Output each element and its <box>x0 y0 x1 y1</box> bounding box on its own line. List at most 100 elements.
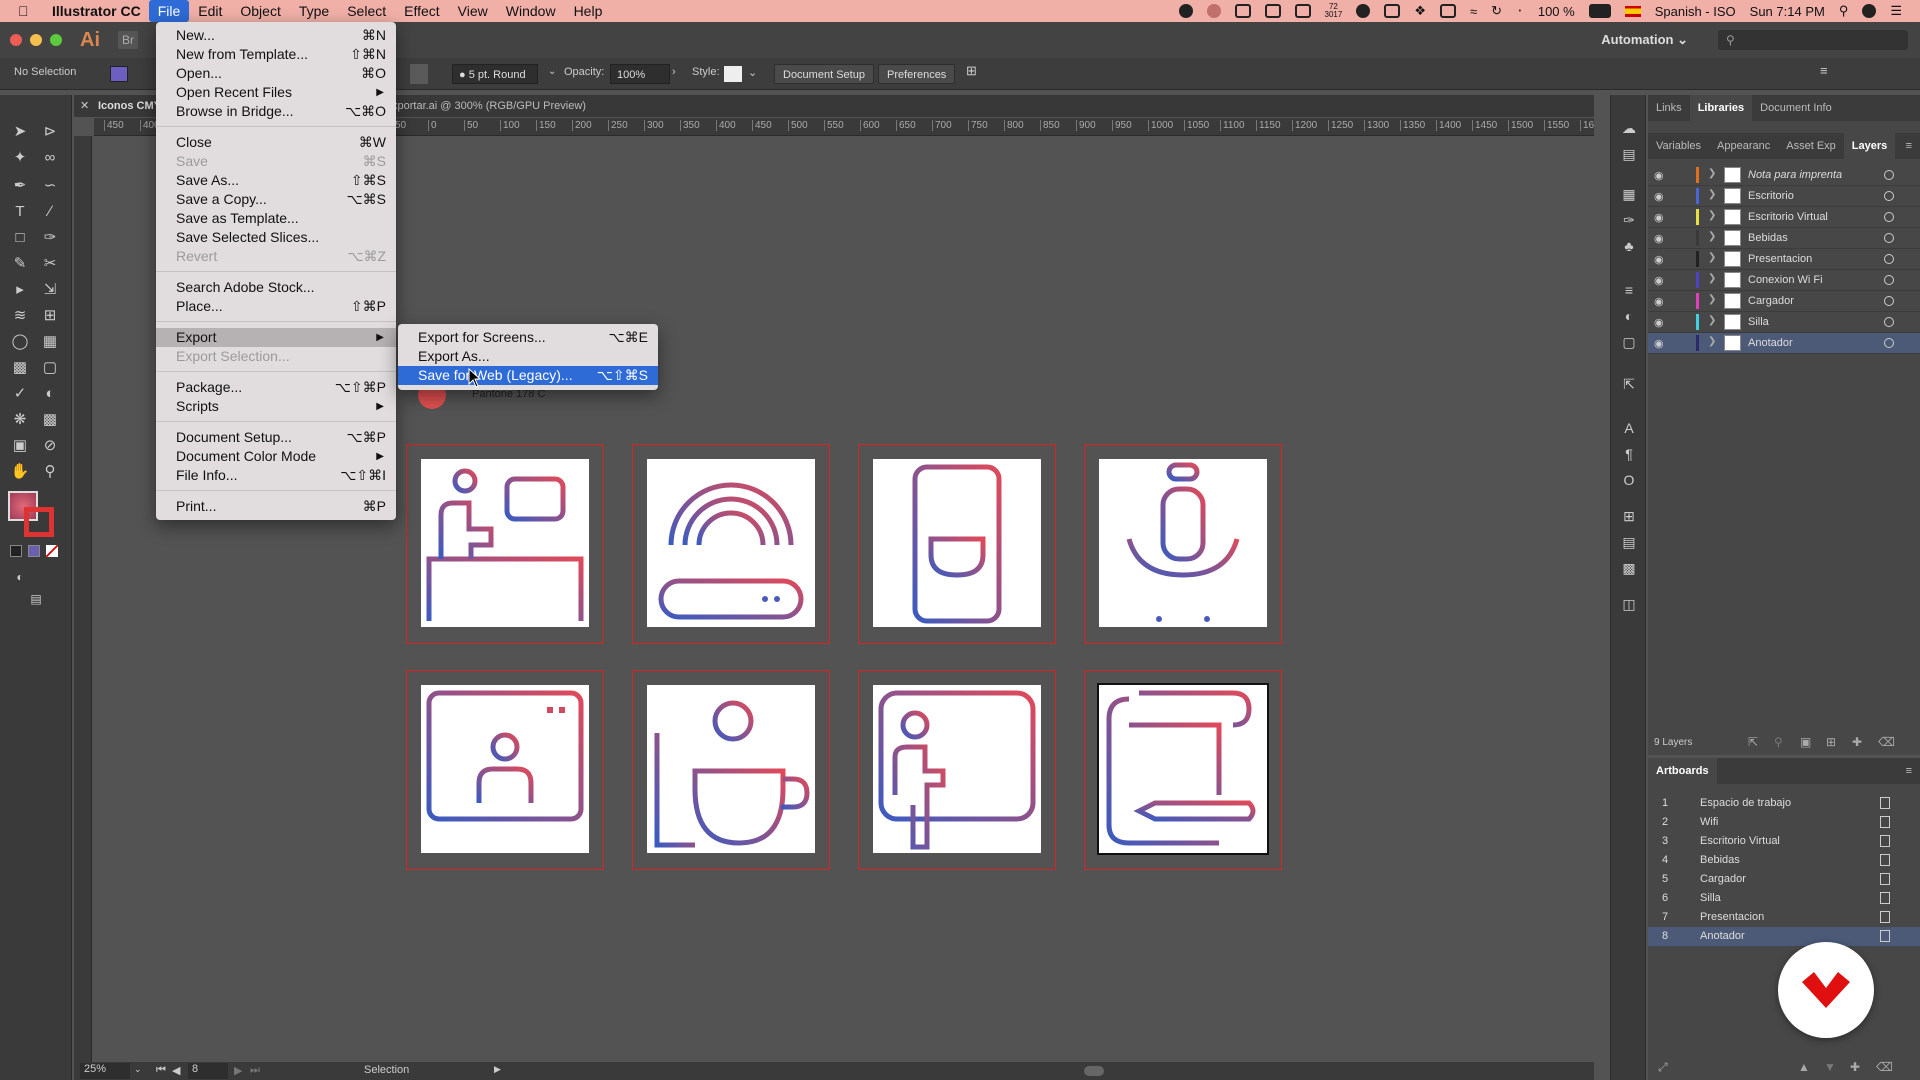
hand-tool-icon[interactable]: ✋ <box>8 459 32 483</box>
artboard-anotador[interactable] <box>1084 670 1282 870</box>
menu-edit[interactable]: Edit <box>189 0 231 22</box>
stroke-weight-field[interactable] <box>410 64 428 84</box>
scale-tool-icon[interactable]: ⇲ <box>38 277 62 301</box>
bridge-button[interactable]: Br <box>118 31 138 49</box>
menu-item-export-for-screens[interactable]: Export for Screens... ⌥⌘E <box>398 328 658 347</box>
style-chevron-icon[interactable]: ⌄ <box>748 66 757 79</box>
brush-profile-select[interactable]: ● 5 pt. Round <box>452 64 538 84</box>
document-tab-active[interactable]: xportar.ai @ 300% (RGB/GPU Preview) <box>392 100 586 112</box>
minimize-window-button[interactable] <box>30 34 42 46</box>
artboard-wifi[interactable] <box>632 444 830 644</box>
expand-chevron-icon[interactable]: ❯ <box>1708 294 1716 305</box>
menu-help[interactable]: Help <box>565 0 612 22</box>
layer-target-icon[interactable] <box>1884 275 1894 285</box>
layer-target-icon[interactable] <box>1884 338 1894 348</box>
draw-mode-icon[interactable]: ◐ <box>8 565 32 589</box>
menu-item-export[interactable]: Export ▶ <box>156 328 396 347</box>
artboard-escritorio-virtual[interactable] <box>406 670 604 870</box>
pencil-tool-icon[interactable]: ✎ <box>8 251 32 275</box>
zoom-select[interactable]: 25% <box>80 1063 130 1079</box>
properties-icon[interactable]: ▤ <box>1619 145 1639 163</box>
opacity-input[interactable]: 100% <box>610 64 670 84</box>
flag-icon[interactable] <box>1624 5 1641 17</box>
gradient-tool-icon[interactable]: ▢ <box>38 355 62 379</box>
window-icon[interactable] <box>1384 4 1401 18</box>
delete-layer-icon[interactable]: ⌫ <box>1878 735 1895 749</box>
app-menu-title[interactable]: Illustrator CC <box>52 3 141 19</box>
panel-menu-icon[interactable]: ≡ <box>1898 133 1920 159</box>
horizontal-scrollbar-thumb[interactable] <box>1084 1066 1104 1076</box>
next-artboard-icon[interactable]: ▶ <box>234 1064 242 1077</box>
expand-chevron-icon[interactable]: ❯ <box>1708 189 1716 200</box>
menu-object[interactable]: Object <box>231 0 289 22</box>
layer-target-icon[interactable] <box>1884 317 1894 327</box>
menu-item-file-info[interactable]: File Info... ⌥⇧⌘I <box>156 466 396 485</box>
reflect-tool-icon[interactable]: ▸ <box>8 277 32 301</box>
tab-variables[interactable]: Variables <box>1648 133 1709 159</box>
color-mode-icon[interactable] <box>10 545 22 557</box>
dropdown-chevron-icon[interactable]: ⌄ <box>548 66 556 77</box>
tab-links[interactable]: Links <box>1648 95 1690 121</box>
menu-type[interactable]: Type <box>290 0 338 22</box>
menu-item-print[interactable]: Print... ⌘P <box>156 497 396 516</box>
artboard-cargador[interactable] <box>858 444 1056 644</box>
visibility-eye-icon[interactable]: ◉ <box>1654 337 1664 350</box>
artboard-options-icon[interactable] <box>1880 854 1890 866</box>
expand-chevron-icon[interactable]: ❯ <box>1708 273 1716 284</box>
battery-icon[interactable] <box>1588 4 1611 18</box>
workspace-switcher[interactable]: Automation ⌄ <box>1601 32 1688 48</box>
lasso-tool-icon[interactable]: ∞ <box>38 145 62 169</box>
scissors-tool-icon[interactable]: ✂ <box>38 251 62 275</box>
tab-artboards[interactable]: Artboards <box>1648 758 1717 784</box>
keyboard-icon[interactable] <box>1294 4 1311 18</box>
brushes-icon[interactable]: ✑ <box>1619 211 1639 229</box>
layer-row[interactable]: ◉ ❯ Cargador <box>1648 291 1920 312</box>
dropbox-icon[interactable]: ❖ <box>1414 3 1426 19</box>
artboard-silla[interactable] <box>1084 444 1282 644</box>
zoom-window-button[interactable] <box>50 34 62 46</box>
artboard-options-icon[interactable] <box>1880 797 1890 809</box>
pen-tool-icon[interactable]: ✒ <box>8 173 32 197</box>
stroke-panel-icon[interactable]: ≡ <box>1619 281 1639 299</box>
layer-row[interactable]: ◉ ❯ Conexion Wi Fi <box>1648 270 1920 291</box>
artboards-menu-icon[interactable]: ≡ <box>1898 758 1920 784</box>
expand-chevron-icon[interactable]: ❯ <box>1708 315 1716 326</box>
visibility-eye-icon[interactable]: ◉ <box>1654 274 1664 287</box>
artboard-row[interactable]: 3 Escritorio Virtual <box>1648 832 1920 851</box>
menu-item-document-color-mode[interactable]: Document Color Mode ▶ <box>156 447 396 466</box>
asset-export-panel-icon[interactable]: ◫ <box>1619 595 1639 613</box>
artboards-panel-icon[interactable]: ▦ <box>1619 185 1639 203</box>
expand-chevron-icon[interactable]: ❯ <box>1708 168 1716 179</box>
menu-select[interactable]: Select <box>338 0 395 22</box>
spotlight-icon[interactable]: ⚲ <box>1839 3 1849 19</box>
visibility-eye-icon[interactable]: ◉ <box>1654 316 1664 329</box>
magic-wand-tool-icon[interactable]: ✦ <box>8 145 32 169</box>
notification-center-icon[interactable]: ☰ <box>1890 3 1902 19</box>
visibility-eye-icon[interactable]: ◉ <box>1654 169 1664 182</box>
layer-row[interactable]: ◉ ❯ Nota para imprenta <box>1648 165 1920 186</box>
document-tab-inactive[interactable]: Iconos CMY <box>98 100 161 112</box>
artboard-options-icon[interactable] <box>1880 816 1890 828</box>
rectangle-tool-icon[interactable]: □ <box>8 225 32 249</box>
artboard-row[interactable]: 6 Silla <box>1648 889 1920 908</box>
artboard-options-icon[interactable] <box>1880 930 1890 942</box>
layer-target-icon[interactable] <box>1884 170 1894 180</box>
warp-tool-icon[interactable]: ≋ <box>8 303 32 327</box>
layer-target-icon[interactable] <box>1884 212 1894 222</box>
menu-item-scripts[interactable]: Scripts ▶ <box>156 397 396 416</box>
free-transform-tool-icon[interactable]: ⊞ <box>38 303 62 327</box>
tab-appearance[interactable]: Appearanc <box>1709 133 1778 159</box>
menu-item-open-recent-files[interactable]: Open Recent Files ▶ <box>156 83 396 102</box>
airplay-icon[interactable] <box>1439 4 1456 18</box>
status-dot-icon[interactable] <box>1206 4 1221 18</box>
layer-target-icon[interactable] <box>1884 254 1894 264</box>
character-panel-icon[interactable]: A <box>1619 419 1639 437</box>
curvature-tool-icon[interactable]: ∽ <box>38 173 62 197</box>
appearance-panel-icon[interactable]: ◐ <box>1619 307 1639 325</box>
apple-icon[interactable]:  <box>18 3 40 19</box>
close-window-button[interactable] <box>10 34 22 46</box>
vertical-ruler[interactable] <box>74 136 92 1066</box>
terminal-icon[interactable] <box>1234 4 1251 18</box>
collect-for-export-icon[interactable]: ⇱ <box>1748 735 1758 749</box>
column-graph-tool-icon[interactable]: ▩ <box>38 407 62 431</box>
